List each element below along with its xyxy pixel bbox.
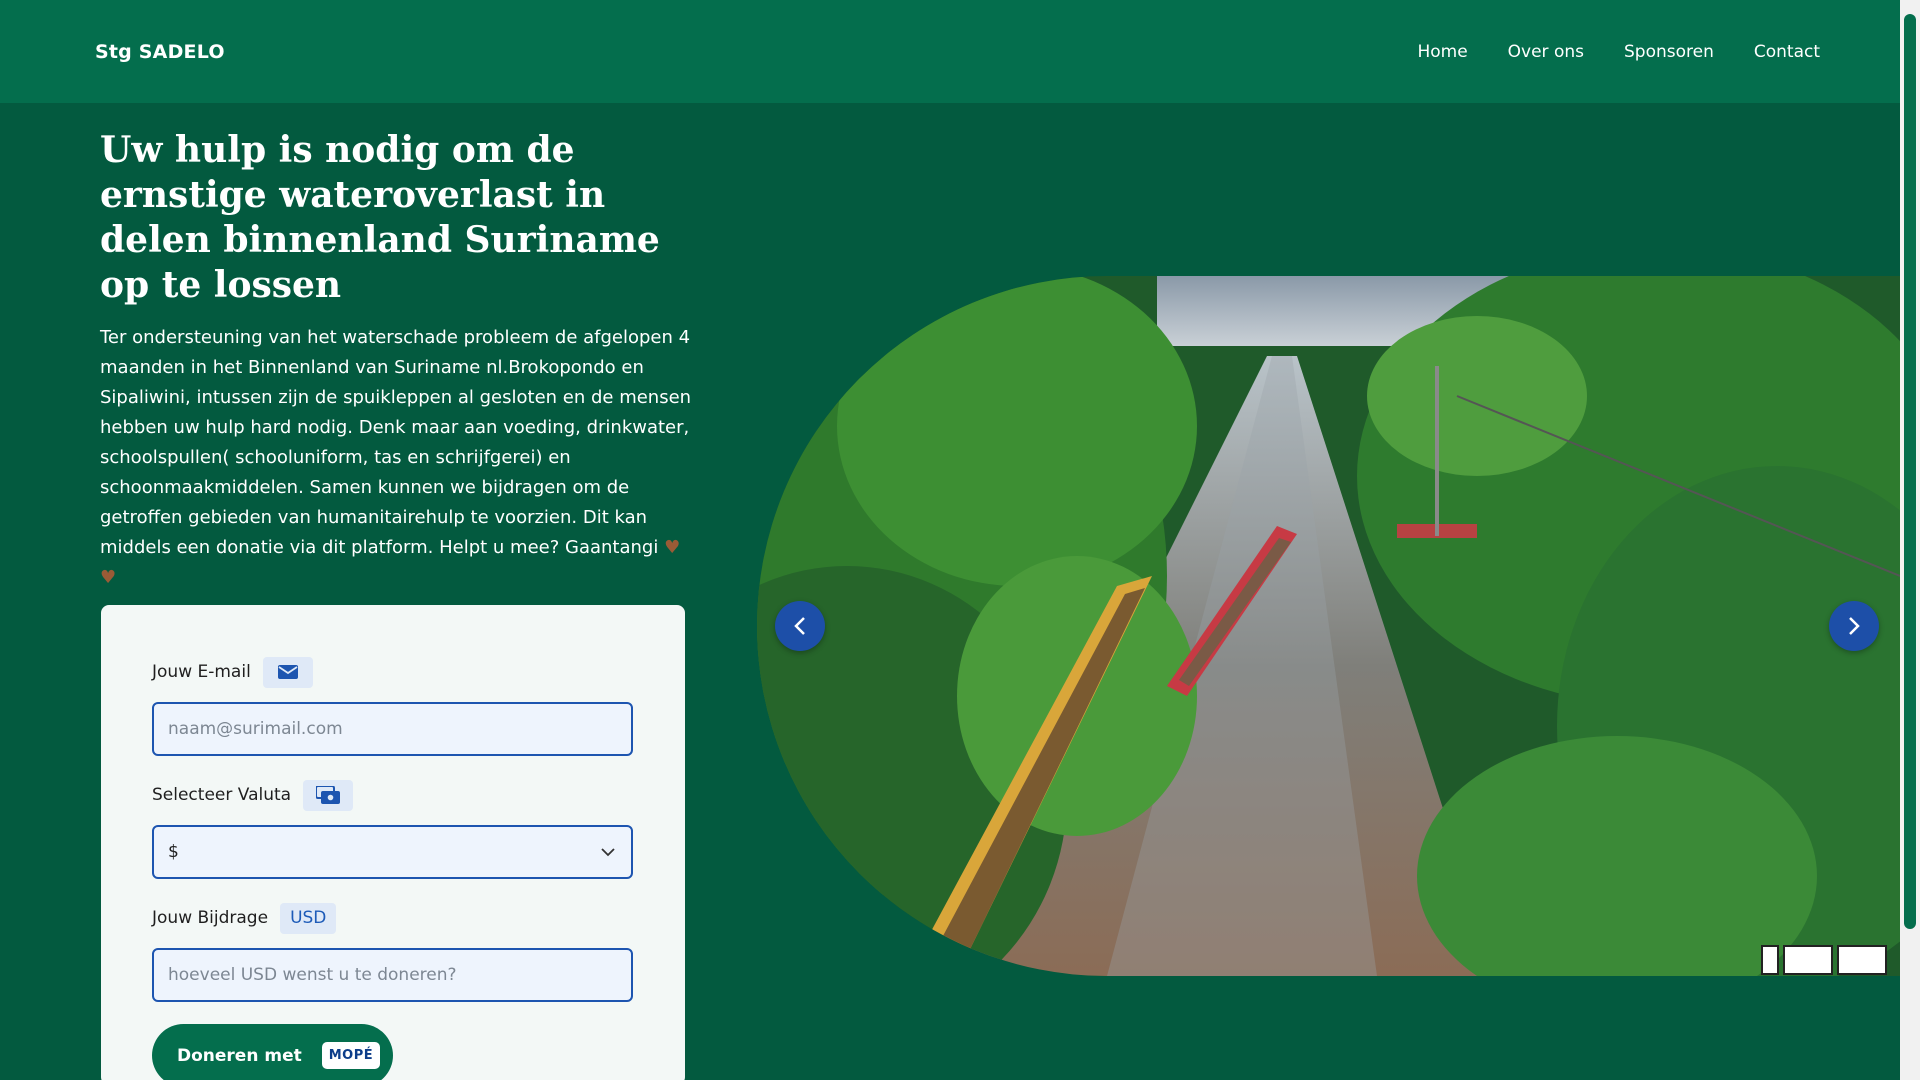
chevron-right-icon [1849,617,1860,635]
amount-label: Jouw Bijdrage [152,908,269,928]
donate-button-label: Doneren met [177,1045,302,1066]
currency-selected-value: $ [168,842,179,862]
carousel-prev-button[interactable] [775,601,825,651]
currency-label: Selecteer Valuta [152,785,292,805]
money-icon [303,779,354,811]
currency-badge: USD [280,902,337,934]
carousel-indicator[interactable] [1837,945,1887,975]
scrollbar-thumb[interactable] [1904,14,1916,929]
hero-intro-text: Ter ondersteuning van het waterschade pr… [100,327,692,558]
hero-intro: Ter ondersteuning van het waterschade pr… [100,323,695,593]
email-label: Jouw E-mail [152,662,251,682]
brand-logo[interactable]: Stg SADELO [95,41,225,63]
hero-headline: Uw hulp is nodig om de ernstige waterove… [100,129,660,306]
carousel-indicators [1761,945,1887,975]
navbar: Stg SADELO Home Over ons Sponsoren Conta… [0,0,1900,103]
carousel-next-button[interactable] [1829,601,1879,651]
image-carousel[interactable] [757,276,1900,976]
donate-button[interactable]: Doneren met MOPÉ [152,1024,393,1080]
nav-link-over-ons[interactable]: Over ons [1508,42,1584,62]
nav-link-home[interactable]: Home [1417,42,1467,62]
page-scrollbar[interactable] [1900,0,1920,1080]
amount-input[interactable] [152,948,633,1002]
nav-link-contact[interactable]: Contact [1754,42,1820,62]
carousel-indicator[interactable] [1783,945,1833,975]
chevron-down-icon [601,842,615,862]
carousel-indicator[interactable] [1761,945,1779,975]
donation-form: Jouw E-mail Selecteer Valuta $ Jouw Bijd… [101,605,685,1080]
envelope-icon [262,656,313,688]
chevron-left-icon [794,617,805,635]
nav-link-sponsoren[interactable]: Sponsoren [1624,42,1714,62]
mope-logo: MOPÉ [321,1042,381,1069]
currency-select[interactable]: $ [152,825,633,879]
nav-links: Home Over ons Sponsoren Contact [1417,42,1820,62]
email-input[interactable] [152,702,633,756]
carousel-image [757,276,1900,976]
